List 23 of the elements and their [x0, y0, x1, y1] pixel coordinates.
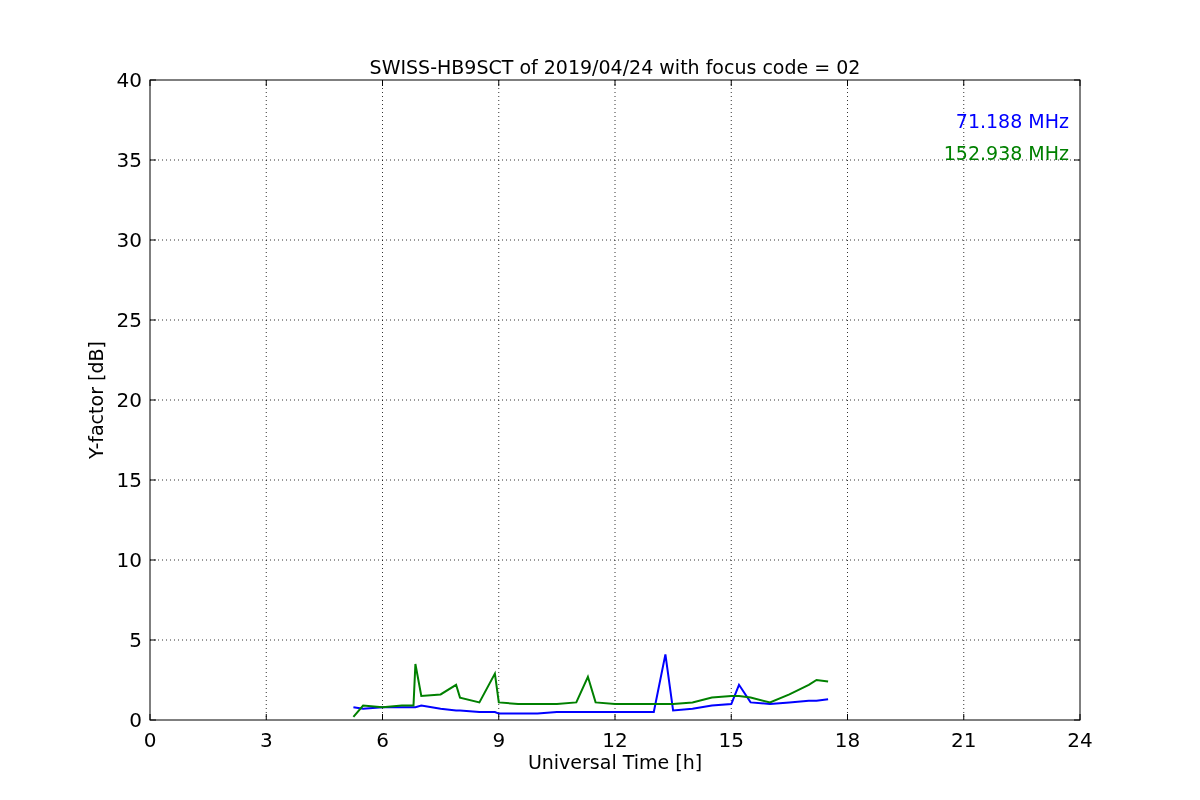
- tick-label: 0: [143, 728, 157, 752]
- tick-label: 25: [116, 308, 142, 332]
- tick-label: 15: [718, 728, 744, 752]
- tick-label: 12: [602, 728, 628, 752]
- tick-label: 3: [259, 728, 273, 752]
- tick-label: 30: [116, 228, 142, 252]
- tick-label: 21: [951, 728, 977, 752]
- chart-title: SWISS-HB9SCT of 2019/04/24 with focus code = 02: [369, 56, 861, 78]
- tick-label: 0: [129, 708, 142, 732]
- tick-label: 9: [492, 728, 506, 752]
- legend-label: 152.938 MHz: [943, 142, 1069, 164]
- tick-label: 5: [129, 628, 142, 652]
- legend-label: 71.188 MHz: [955, 110, 1069, 132]
- tick-label: 24: [1067, 728, 1093, 752]
- tick-label: 6: [376, 728, 389, 752]
- tick-label: 20: [116, 388, 142, 412]
- y-axis-label: Y-factor [dB]: [85, 341, 107, 459]
- tick-label: 40: [116, 68, 142, 92]
- tick-label: 18: [834, 728, 861, 752]
- tick-label: 15: [116, 468, 142, 492]
- tick-label: 35: [116, 148, 142, 172]
- tick-label: 10: [116, 548, 142, 572]
- x-axis-label: Universal Time [h]: [527, 751, 703, 773]
